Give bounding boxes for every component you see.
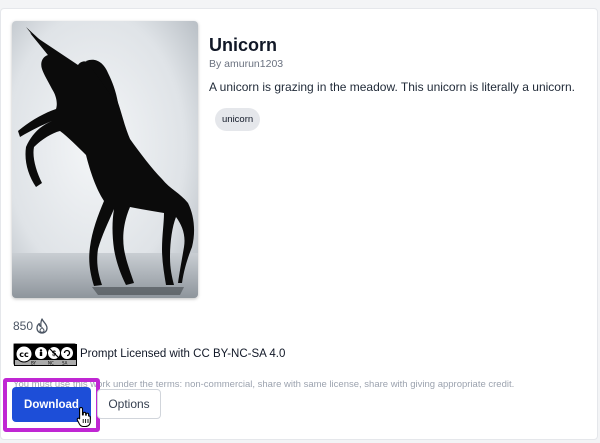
prompt-title: Unicorn bbox=[209, 35, 278, 55]
svg-text:NC: NC bbox=[48, 361, 54, 366]
unicorn-silhouette-illustration bbox=[12, 21, 198, 298]
flame-icon bbox=[36, 318, 48, 334]
hand-pointer-cursor-icon bbox=[76, 406, 91, 428]
cc-by-nc-sa-badge-icon[interactable]: cc $ BY NC SA bbox=[13, 343, 77, 366]
license-text: Prompt Licensed with CC BY-NC-SA 4.0 bbox=[80, 348, 286, 360]
svg-text:SA: SA bbox=[62, 361, 68, 366]
options-button[interactable]: Options bbox=[97, 389, 161, 419]
prompt-description: A unicorn is grazing in the meadow. This… bbox=[209, 80, 575, 94]
tag-chip-unicorn[interactable]: unicorn bbox=[215, 108, 261, 131]
svg-text:BY: BY bbox=[31, 361, 37, 366]
license-row: cc $ BY NC SA Prompt Licensed with CC BY… bbox=[13, 343, 286, 366]
author-link[interactable]: By amurun1203 bbox=[209, 58, 283, 70]
likes-counter[interactable]: 850 bbox=[13, 318, 49, 334]
unicorn-image[interactable] bbox=[12, 21, 198, 298]
likes-count: 850 bbox=[13, 319, 34, 333]
prompt-card: Unicorn By amurun1203 A unicorn is grazi… bbox=[0, 8, 598, 440]
svg-text:cc: cc bbox=[19, 350, 29, 359]
